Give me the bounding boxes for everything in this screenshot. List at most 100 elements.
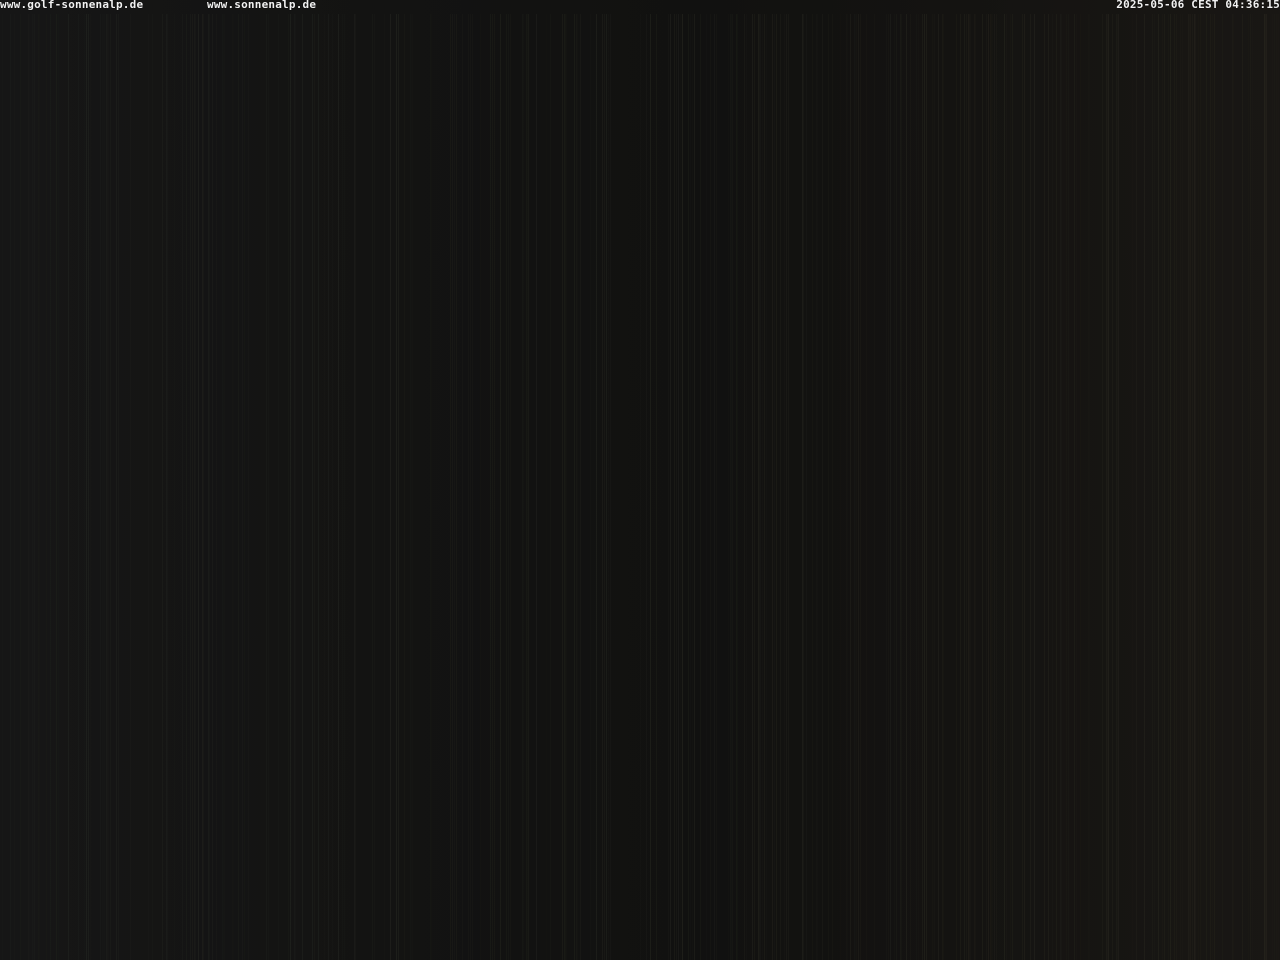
noise-stripe <box>856 14 857 960</box>
noise-stripe <box>780 14 781 960</box>
noise-stripe <box>480 14 481 960</box>
noise-stripe <box>1116 14 1118 960</box>
noise-stripe <box>1232 14 1234 960</box>
noise-stripe <box>674 14 675 960</box>
noise-stripe <box>1250 14 1251 960</box>
noise-stripe <box>248 14 249 960</box>
night-sky-image <box>2 14 1279 960</box>
noise-stripe <box>50 14 51 960</box>
noise-stripe <box>84 14 85 960</box>
noise-stripe <box>1106 14 1108 960</box>
noise-stripe <box>208 14 210 960</box>
noise-stripe <box>942 14 944 960</box>
noise-stripe <box>290 14 291 960</box>
noise-stripe <box>1012 14 1013 960</box>
noise-stripe <box>1212 14 1213 960</box>
noise-stripe <box>926 14 927 960</box>
noise-stripe <box>166 14 168 960</box>
noise-stripe <box>990 14 992 960</box>
noise-stripe <box>88 14 89 960</box>
noise-stripe <box>604 14 605 960</box>
noise-stripe <box>728 14 729 960</box>
noise-stripe <box>372 14 373 960</box>
noise-stripe <box>890 14 891 960</box>
noise-stripe <box>1206 14 1207 960</box>
noise-stripe <box>32 14 34 960</box>
noise-stripe <box>650 14 651 960</box>
noise-stripe <box>854 14 856 960</box>
noise-stripe <box>100 14 101 960</box>
noise-stripe <box>1154 14 1155 960</box>
noise-stripe <box>670 14 671 960</box>
noise-stripe <box>332 14 333 960</box>
noise-stripe <box>1048 14 1049 960</box>
noise-stripe <box>1164 14 1165 960</box>
noise-stripe <box>772 14 773 960</box>
noise-stripe <box>1068 14 1069 960</box>
noise-stripe <box>610 14 611 960</box>
noise-stripe <box>216 14 217 960</box>
noise-stripe <box>410 14 412 960</box>
noise-stripe <box>492 14 493 960</box>
noise-stripe <box>974 14 976 960</box>
noise-stripe <box>288 14 289 960</box>
noise-stripe <box>716 14 717 960</box>
noise-stripe <box>396 14 397 960</box>
noise-stripe <box>318 14 319 960</box>
noise-stripe <box>116 14 117 960</box>
noise-stripe <box>1044 14 1045 960</box>
noise-stripe <box>858 14 859 960</box>
noise-stripe <box>186 14 187 960</box>
noise-stripe <box>608 14 609 960</box>
noise-stripe <box>68 14 69 960</box>
noise-stripe <box>454 14 455 960</box>
noise-stripe <box>986 14 987 960</box>
noise-stripe <box>130 14 131 960</box>
noise-stripe <box>1214 14 1215 960</box>
noise-stripe <box>596 14 597 960</box>
noise-stripe <box>996 14 997 960</box>
noise-stripe <box>602 14 603 960</box>
noise-stripe <box>706 14 707 960</box>
noise-stripe <box>1266 14 1267 960</box>
noise-stripe <box>268 14 269 960</box>
noise-stripe <box>506 14 507 960</box>
noise-stripe <box>732 14 733 960</box>
noise-stripe <box>430 14 432 960</box>
noise-stripe <box>970 14 971 960</box>
noise-stripe <box>1030 14 1031 960</box>
noise-stripe <box>1162 14 1163 960</box>
noise-stripe <box>1182 14 1183 960</box>
noise-stripe <box>1194 14 1196 960</box>
noise-stripe <box>956 14 957 960</box>
noise-stripe <box>786 14 787 960</box>
noise-stripe <box>34 14 35 960</box>
noise-stripe <box>850 14 851 960</box>
noise-stripe <box>678 14 679 960</box>
timestamp-overlay: 2025-05-06 CEST 04:36:15 <box>1116 0 1280 11</box>
noise-stripe <box>20 14 21 960</box>
noise-stripe <box>1056 14 1057 960</box>
noise-stripe <box>1102 14 1103 960</box>
noise-stripe <box>302 14 303 960</box>
noise-stripe <box>508 14 509 960</box>
noise-stripe <box>14 14 15 960</box>
noise-stripe <box>840 14 841 960</box>
noise-stripe <box>692 14 693 960</box>
noise-stripe <box>1274 14 1275 960</box>
noise-stripe <box>174 14 175 960</box>
noise-stripe <box>118 14 119 960</box>
noise-stripe <box>564 14 566 960</box>
noise-stripe <box>590 14 591 960</box>
noise-stripe <box>472 14 473 960</box>
noise-stripe <box>566 14 567 960</box>
noise-stripe <box>762 14 763 960</box>
noise-stripe <box>774 14 775 960</box>
noise-stripe <box>1088 14 1090 960</box>
website-watermark-golf: www.golf-sonnenalp.de <box>0 0 144 11</box>
noise-stripe <box>900 14 902 960</box>
noise-stripe <box>494 14 495 960</box>
noise-stripe <box>104 14 105 960</box>
noise-stripe <box>1278 14 1279 960</box>
noise-stripe <box>1112 14 1113 960</box>
